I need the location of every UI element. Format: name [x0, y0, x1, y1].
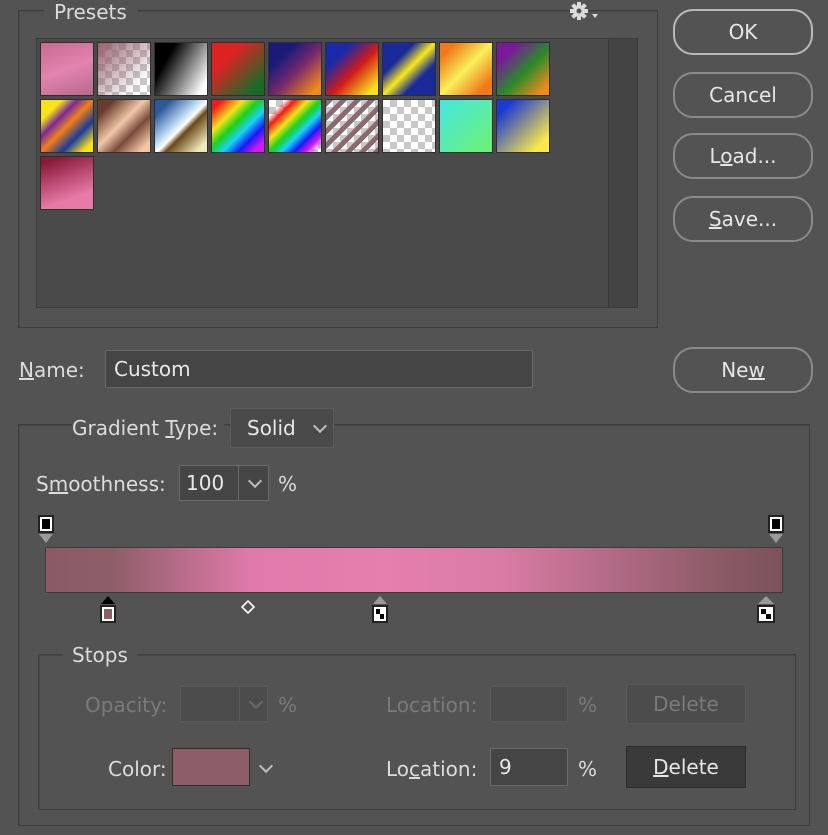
preset-swatch-stripes-multi[interactable]: [40, 99, 94, 153]
name-label-mnemonic: N: [19, 358, 34, 382]
smoothness-input[interactable]: 100: [179, 465, 269, 501]
midpoint-diamond[interactable]: [240, 595, 256, 615]
preset-swatch-pink[interactable]: [40, 42, 94, 96]
preset-swatch-spectrum[interactable]: [211, 99, 265, 153]
smoothness-mnemonic: m: [48, 472, 69, 496]
new-label-a: Ne: [721, 358, 749, 382]
color-swatch[interactable]: [172, 748, 250, 786]
delete-mnemonic: D: [653, 755, 669, 779]
gradient-type-mnemonic: T: [165, 416, 175, 440]
preset-swatch-violet-green-orange[interactable]: [496, 42, 550, 96]
gradient-type-select[interactable]: Solid: [230, 408, 334, 448]
stops-title: Stops: [62, 643, 138, 667]
opacity-input: [180, 686, 268, 722]
preset-swatch-transparent-stripes[interactable]: [325, 99, 379, 153]
smoothness-label-b: oothness:: [68, 472, 166, 496]
presets-title: Presets: [44, 0, 137, 24]
opacity-stop-left[interactable]: [38, 515, 56, 545]
smoothness-label: Smoothness:: [36, 471, 166, 497]
opacity-divider: [239, 687, 240, 721]
load-button[interactable]: Load...: [673, 133, 813, 179]
name-input-value: Custom: [114, 357, 191, 381]
preset-swatch-blue-red-yellow[interactable]: [325, 42, 379, 96]
location-value: 9: [499, 755, 512, 779]
preset-swatch-black-white[interactable]: [154, 42, 208, 96]
preset-swatch-blue-yellow-blue[interactable]: [382, 42, 436, 96]
color-stop-center[interactable]: [372, 595, 390, 625]
preset-swatch-red-green[interactable]: [211, 42, 265, 96]
name-label: Name:: [19, 357, 85, 383]
gradient-type-label-a: Gradient: [72, 416, 166, 440]
save-label-b: ave...: [721, 207, 778, 231]
chevron-down-icon[interactable]: [247, 473, 263, 489]
new-button[interactable]: New: [673, 347, 813, 393]
location-label-b: ation:: [420, 757, 478, 781]
preset-swatch-copper[interactable]: [97, 99, 151, 153]
new-label-mnemonic: w: [748, 358, 765, 382]
opacity-delete-button: Delete: [626, 684, 746, 724]
smoothness-label-a: S: [36, 472, 49, 496]
load-label-a: L: [709, 144, 721, 168]
smoothness-divider: [238, 466, 239, 500]
opacity-delete-label: Delete: [653, 692, 719, 716]
opacity-label: Opacity:: [85, 693, 168, 717]
gear-icon[interactable]: [568, 0, 602, 24]
location-input[interactable]: 9: [490, 748, 568, 786]
preset-swatch-aqua-green[interactable]: [439, 99, 493, 153]
location-label-a: Lo: [386, 757, 410, 781]
opacity-location-label: Location:: [386, 693, 478, 717]
presets-scrollbar[interactable]: [608, 39, 637, 307]
location-mnemonic: c: [409, 757, 421, 781]
color-stop-right[interactable]: [756, 595, 776, 625]
preset-swatch-transparent-rainbow[interactable]: [268, 99, 322, 153]
save-label-mnemonic: S: [708, 207, 722, 231]
gradient-type-label-b: ype:: [174, 416, 219, 440]
preset-swatch-blue-yellow[interactable]: [496, 99, 550, 153]
load-label-mnemonic: o: [720, 144, 733, 168]
smoothness-value: 100: [186, 471, 225, 495]
gradient-bar[interactable]: [45, 547, 783, 593]
name-input[interactable]: Custom: [105, 350, 533, 388]
preset-swatch-maroon-pink[interactable]: [40, 156, 94, 210]
color-label: Color:: [108, 757, 167, 781]
opacity-unit: %: [278, 693, 298, 717]
ok-button[interactable]: OK: [673, 9, 813, 55]
color-delete-button[interactable]: Delete: [626, 746, 746, 788]
smoothness-unit: %: [278, 472, 298, 496]
chevron-down-icon: [248, 694, 264, 710]
opacity-location-input: [490, 686, 568, 722]
preset-swatch-chrome[interactable]: [154, 99, 208, 153]
gradient-type-label: Gradient Type:: [72, 415, 225, 441]
preset-swatch-blue-orange[interactable]: [268, 42, 322, 96]
chevron-down-icon: [312, 418, 328, 434]
opacity-stop-right[interactable]: [768, 515, 786, 545]
opacity-location-unit: %: [578, 693, 598, 717]
location-unit: %: [578, 757, 598, 781]
location-label: Location:: [386, 756, 477, 782]
load-label-b: ad...: [732, 144, 777, 168]
delete-label-b: elete: [668, 755, 719, 779]
color-stop-selected[interactable]: [100, 595, 118, 625]
preset-swatch-orange-yellow[interactable]: [439, 42, 493, 96]
preset-swatch-transparent[interactable]: [382, 99, 436, 153]
cancel-button[interactable]: Cancel: [673, 72, 813, 118]
name-label-b: ame:: [33, 358, 85, 382]
gradient-type-value: Solid: [247, 416, 296, 440]
save-button[interactable]: Save...: [673, 196, 813, 242]
preset-swatch-pink-transparent[interactable]: [97, 42, 151, 96]
